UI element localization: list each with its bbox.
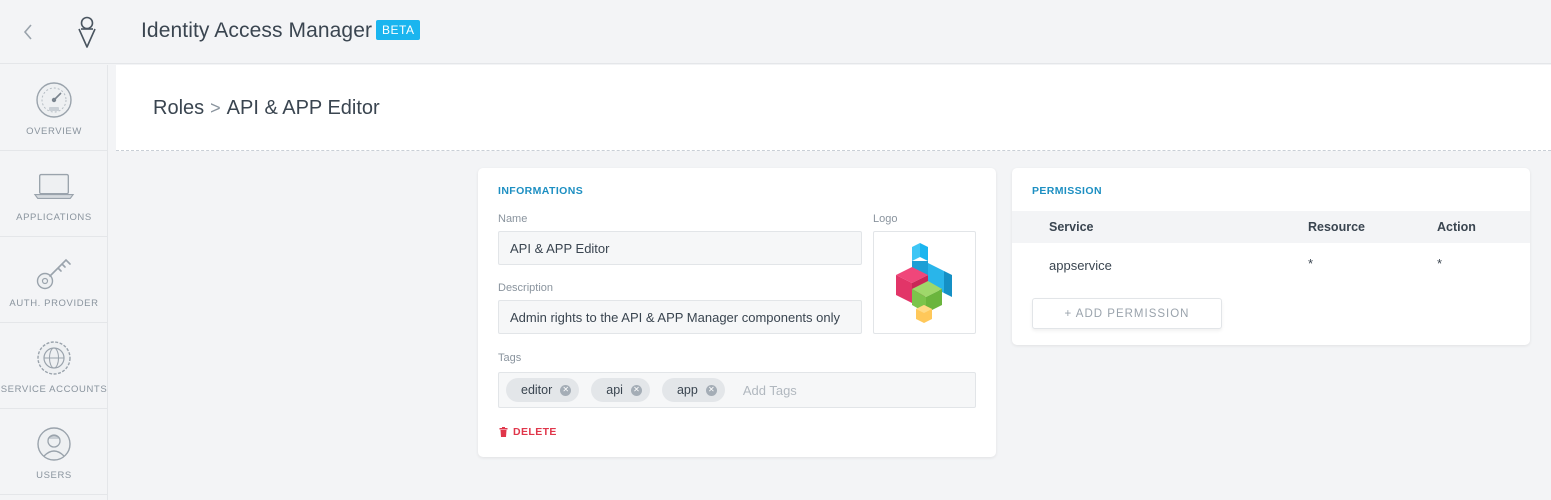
tags-label: Tags — [498, 352, 522, 364]
tag-api: api ✕ — [591, 378, 650, 402]
informations-title: INFORMATIONS — [498, 185, 584, 197]
user-avatar-icon — [33, 423, 75, 465]
sidebar-item-applications[interactable]: APPLICATIONS — [0, 151, 108, 237]
tags-input[interactable]: editor ✕ api ✕ app ✕ Add Tags — [498, 372, 976, 408]
sidebar-item-overview[interactable]: OVERVIEW — [0, 65, 108, 151]
delete-label: DELETE — [513, 426, 557, 438]
remove-tag-icon[interactable]: ✕ — [630, 384, 642, 396]
tag-label: api — [606, 383, 623, 397]
trash-icon — [499, 427, 508, 437]
add-tags-placeholder[interactable]: Add Tags — [743, 383, 797, 398]
sidebar-item-label: SERVICE ACCOUNTS — [0, 384, 108, 395]
beta-badge: BETA — [376, 20, 421, 40]
sidebar-item-service-accounts[interactable]: SERVICE ACCOUNTS — [0, 323, 108, 409]
delete-button[interactable]: DELETE — [499, 426, 557, 438]
breadcrumb: Roles > API & APP Editor — [153, 97, 380, 120]
tag-label: editor — [521, 383, 553, 397]
globe-gear-icon — [33, 337, 75, 379]
permission-card: PERMISSION Service Resource Action appse… — [1012, 168, 1530, 345]
top-bar: Identity Access Manager BETA — [0, 0, 1551, 64]
sidebar-item-label: OVERVIEW — [26, 126, 82, 137]
name-label: Name — [498, 213, 528, 225]
logo-label: Logo — [873, 213, 898, 225]
laptop-icon — [33, 165, 75, 207]
role-logo-icon — [895, 242, 952, 323]
remove-tag-icon[interactable]: ✕ — [560, 384, 572, 396]
tag-app: app ✕ — [661, 378, 725, 402]
column-action: Action — [1437, 220, 1476, 234]
sidebar-item-label: USERS — [36, 470, 72, 481]
sidebar-item-users[interactable]: USERS — [0, 409, 108, 495]
name-field[interactable]: API & APP Editor — [498, 231, 862, 265]
column-service: Service — [1049, 220, 1094, 234]
back-button[interactable] — [14, 18, 42, 46]
app-logo-icon — [70, 12, 104, 52]
page-header: Roles > API & APP Editor — [116, 65, 1551, 151]
chevron-left-icon — [23, 24, 32, 40]
logo-upload[interactable] — [873, 231, 976, 334]
column-resource: Resource — [1308, 220, 1365, 234]
sidebar-item-label: APPLICATIONS — [16, 212, 92, 223]
breadcrumb-current: API & APP Editor — [226, 97, 380, 119]
description-field[interactable]: Admin rights to the API & APP Manager co… — [498, 300, 862, 334]
description-label: Description — [498, 282, 554, 294]
sidebar-item-auth-provider[interactable]: AUTH. PROVIDER — [0, 237, 108, 323]
tag-editor: editor ✕ — [506, 378, 580, 402]
tag-label: app — [676, 383, 698, 397]
breadcrumb-separator: > — [210, 98, 221, 118]
permission-title: PERMISSION — [1032, 185, 1102, 197]
app-title: Identity Access Manager — [141, 19, 373, 42]
breadcrumb-roles-link[interactable]: Roles — [153, 97, 204, 120]
remove-tag-icon[interactable]: ✕ — [705, 384, 717, 396]
sidebar-item-label: AUTH. PROVIDER — [9, 298, 99, 309]
add-permission-button[interactable]: + ADD PERMISSION — [1032, 298, 1222, 329]
cell-resource: * — [1308, 256, 1314, 271]
cell-service: appservice — [1049, 258, 1112, 273]
sidebar: OVERVIEW APPLICATIONS AUTH. PROVIDER SER… — [0, 65, 108, 500]
key-icon — [33, 251, 75, 293]
speedometer-icon — [33, 79, 75, 121]
informations-card: INFORMATIONS Name API & APP Editor Logo … — [478, 168, 996, 457]
permission-table-header: Service Resource Action — [1012, 211, 1530, 243]
cell-action: * — [1437, 256, 1443, 271]
